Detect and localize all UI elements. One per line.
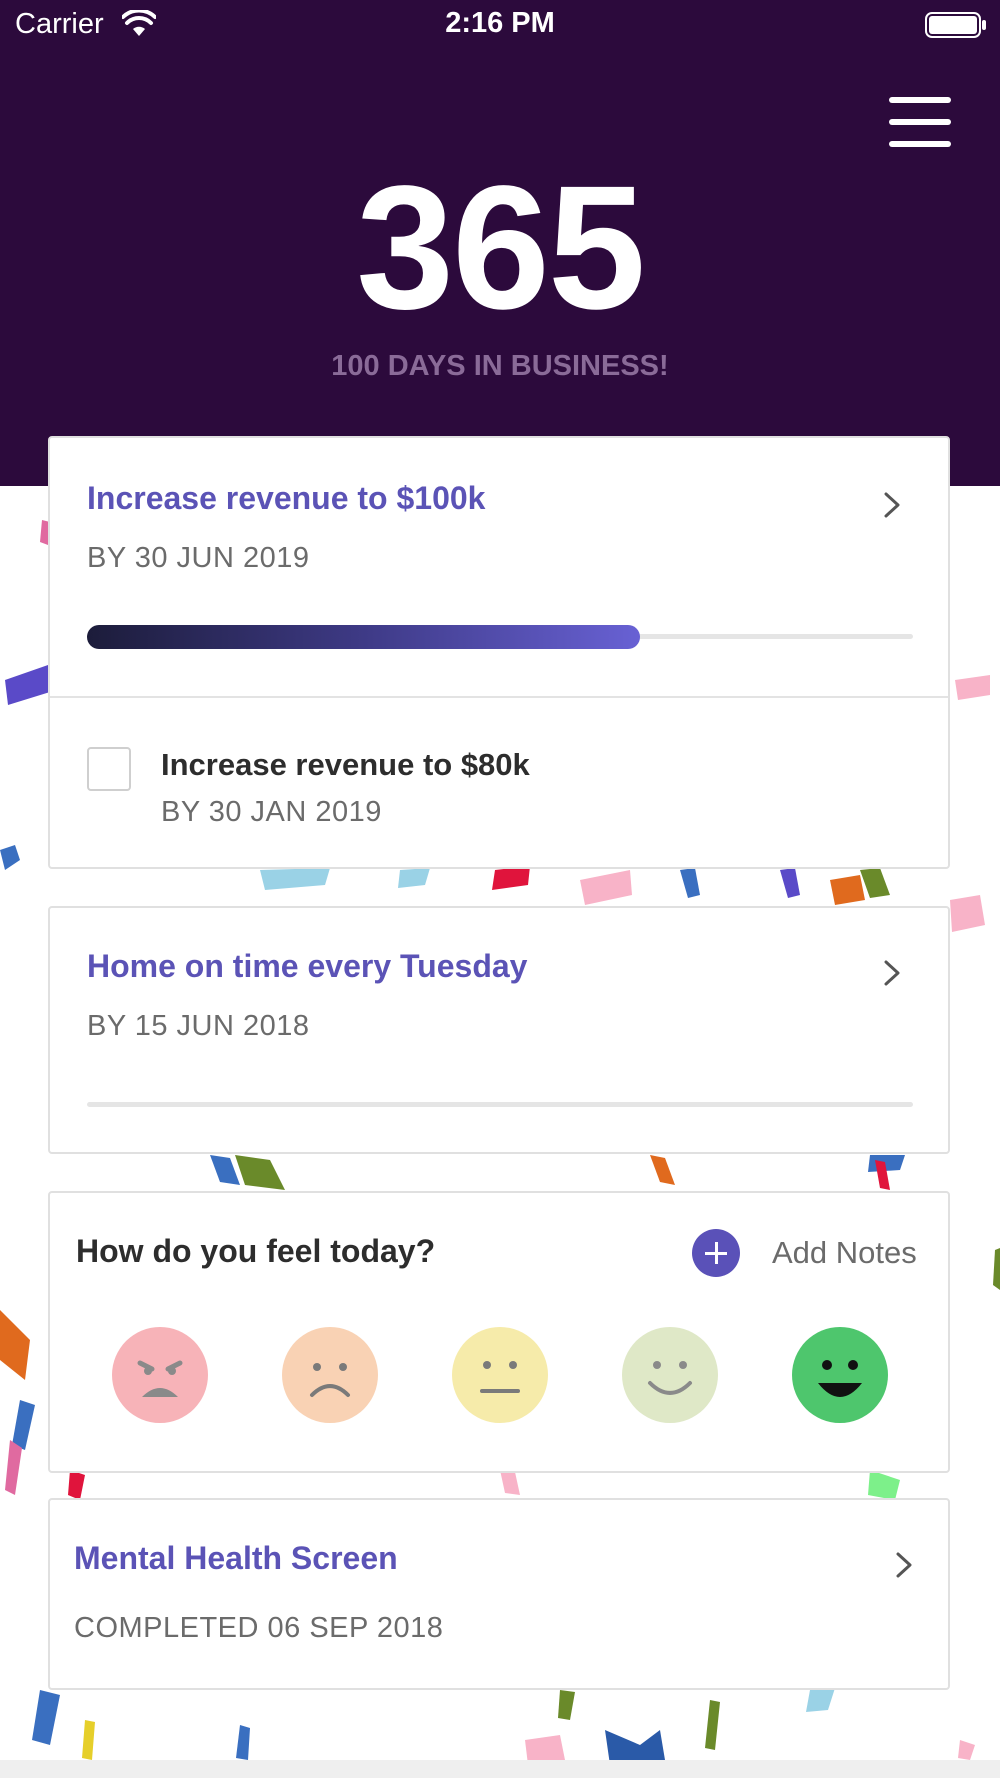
goal-progress-fill <box>87 625 641 649</box>
sad-face-icon[interactable] <box>282 1327 378 1423</box>
battery-icon <box>925 12 986 38</box>
subgoal-date: BY 30 JAN 2019 <box>161 796 382 828</box>
bottom-edge <box>0 1760 1000 1778</box>
divider <box>50 696 948 698</box>
goal-title: Home on time every Tuesday <box>87 948 528 984</box>
goal-title: Increase revenue to $100k <box>87 480 486 516</box>
very-sad-face-icon[interactable] <box>112 1327 208 1423</box>
goal-card: Increase revenue to $100k BY 30 JUN 2019… <box>48 436 950 869</box>
goal-date: BY 30 JUN 2019 <box>87 542 310 574</box>
chevron-right-icon[interactable] <box>880 488 904 522</box>
chevron-right-icon[interactable] <box>880 956 904 990</box>
screening-card[interactable]: Mental Health Screen COMPLETED 06 SEP 20… <box>48 1498 950 1690</box>
subgoal-title: Increase revenue to $80k <box>161 747 530 782</box>
neutral-face-icon[interactable] <box>452 1327 548 1423</box>
clock: 2:16 PM <box>445 7 555 39</box>
screening-title: Mental Health Screen <box>74 1540 398 1576</box>
status-bar: Carrier 2:16 PM <box>0 0 1000 50</box>
days-subtitle: 100 DAYS IN BUSINESS! <box>331 350 669 382</box>
goal-header[interactable]: Increase revenue to $100k BY 30 JUN 2019 <box>50 438 948 696</box>
hamburger-menu-icon[interactable] <box>886 94 954 152</box>
goal-progress-bar <box>87 1102 913 1107</box>
add-notes-plus-icon[interactable] <box>692 1229 740 1277</box>
add-notes-button[interactable]: Add Notes <box>772 1235 917 1271</box>
subgoal-checkbox[interactable] <box>87 747 131 791</box>
goal-card[interactable]: Home on time every Tuesday BY 15 JUN 201… <box>48 906 950 1154</box>
happy-face-icon[interactable] <box>622 1327 718 1423</box>
chevron-right-icon[interactable] <box>892 1548 916 1582</box>
mood-card: How do you feel today? Add Notes <box>48 1191 950 1473</box>
goal-progress-bar <box>87 625 913 649</box>
mood-question: How do you feel today? <box>76 1233 436 1269</box>
very-happy-face-icon[interactable] <box>792 1327 888 1423</box>
goal-date: BY 15 JUN 2018 <box>87 1010 310 1042</box>
screening-status: COMPLETED 06 SEP 2018 <box>74 1612 444 1644</box>
days-count: 365 <box>356 150 646 346</box>
